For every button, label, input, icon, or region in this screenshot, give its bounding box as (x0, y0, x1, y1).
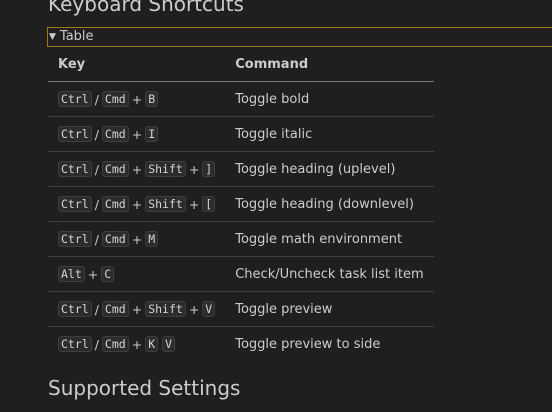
key-separator-slash: / (94, 91, 99, 107)
table-row: Ctrl / Cmd + Shift + V Toggle preview (48, 291, 434, 327)
key-separator-plus: + (131, 91, 143, 107)
key-separator-plus: + (188, 161, 200, 177)
supported-settings-heading: Supported Settings (48, 376, 241, 400)
table-row: Ctrl / Cmd + M Toggle math environment (48, 221, 434, 257)
keycap: Cmd (101, 231, 129, 247)
table-row: Ctrl / Cmd + Shift +[Toggle heading (downleve… (48, 186, 434, 222)
table-row: Ctrl / Cmd + K V Toggle preview to side (48, 327, 434, 362)
keycap: Cmd (101, 336, 129, 352)
shortcut-keys: Ctrl / Cmd + Shift + V (48, 291, 226, 327)
shortcut-command: Toggle math environment (225, 221, 434, 257)
key-separator-plus: + (131, 161, 143, 177)
keycap: Ctrl (58, 126, 92, 142)
keycap: I (145, 126, 159, 142)
keycap: V (162, 336, 176, 352)
shortcut-keys: Ctrl / Cmd + Shift +] (48, 151, 226, 187)
keycap: V (202, 301, 216, 317)
command-column-header: Command (225, 48, 434, 82)
keycap: ] (202, 161, 216, 177)
keycap: C (101, 266, 115, 282)
keycap: B (145, 91, 159, 107)
key-separator-slash: / (94, 126, 99, 142)
details-summary-label: Table (59, 29, 94, 44)
keycap: Ctrl (58, 231, 92, 247)
shortcut-command: Toggle bold (225, 81, 434, 117)
key-separator-plus: + (188, 196, 200, 212)
shortcut-keys: Ctrl / Cmd + Shift +[ (48, 186, 226, 222)
keycap: Cmd (101, 91, 129, 107)
key-separator-plus: + (188, 301, 200, 317)
keycap: Shift (145, 161, 186, 177)
keycap: Shift (145, 196, 186, 212)
key-column-header: Key (48, 48, 226, 82)
table-details-summary[interactable]: ▼ Table (47, 27, 552, 47)
shortcut-command: Toggle preview to side (235, 336, 381, 352)
table-row: Ctrl / Cmd + B Toggle bold (48, 81, 434, 117)
key-separator-slash: / (94, 336, 99, 352)
key-separator-slash: / (94, 231, 99, 247)
keycap: Cmd (101, 301, 129, 317)
keycap: Cmd (101, 196, 129, 212)
key-separator-plus: + (131, 196, 143, 212)
shortcut-keys: Ctrl / Cmd + M (48, 221, 226, 257)
keycap: Ctrl (58, 91, 92, 107)
shortcuts-table: Key Command Ctrl / Cmd + B Toggle bold Ctrl / Cm… (48, 48, 434, 361)
keycap: Ctrl (58, 196, 92, 212)
shortcut-keys: Ctrl / Cmd + I (48, 116, 226, 152)
shortcut-command: Check/Uncheck task list item (225, 256, 434, 292)
table-row: Ctrl / Cmd + Shift +] Toggle heading (uplevel) (48, 151, 434, 187)
table-row: Ctrl / Cmd + I Toggle italic (48, 116, 434, 152)
table-header-row: Key Command (48, 48, 434, 82)
key-separator-plus: + (87, 266, 99, 282)
shortcut-keys: Ctrl / Cmd + K V (48, 327, 225, 362)
key-separator-plus: + (131, 301, 143, 317)
markdown-preview: Keyboard Shortcuts ▼ Table Key Command Ct… (0, 0, 552, 412)
key-separator-slash: / (94, 196, 99, 212)
keycap: K (145, 336, 159, 352)
keyboard-shortcuts-heading: Keyboard Shortcuts (48, 0, 244, 16)
keycap: Shift (145, 301, 186, 317)
keycap: Ctrl (58, 301, 92, 317)
keycap: Cmd (101, 161, 129, 177)
key-separator-plus: + (131, 231, 143, 247)
keycap: [ (202, 196, 216, 212)
key-separator-plus: + (131, 336, 143, 352)
shortcut-command: Toggle heading (uplevel) (225, 151, 434, 187)
key-separator-plus: + (131, 126, 143, 142)
keycap: Cmd (101, 126, 129, 142)
shortcut-keys: Alt + C (48, 256, 226, 292)
keycap: Alt (58, 266, 85, 282)
keycap: Ctrl (58, 336, 92, 352)
keycap: M (145, 231, 159, 247)
shortcut-command: Toggle heading (downlevel) (225, 186, 434, 222)
keycap: Ctrl (58, 161, 92, 177)
table-row: Alt + C Check/Uncheck task list item (48, 256, 434, 292)
shortcut-keys: Ctrl / Cmd + B (48, 81, 226, 117)
triangle-down-icon: ▼ (49, 32, 56, 42)
key-separator-slash: / (94, 161, 99, 177)
key-separator-slash: / (94, 301, 99, 317)
shortcut-command: Toggle italic (225, 116, 434, 152)
shortcut-command: Toggle preview (225, 291, 434, 327)
